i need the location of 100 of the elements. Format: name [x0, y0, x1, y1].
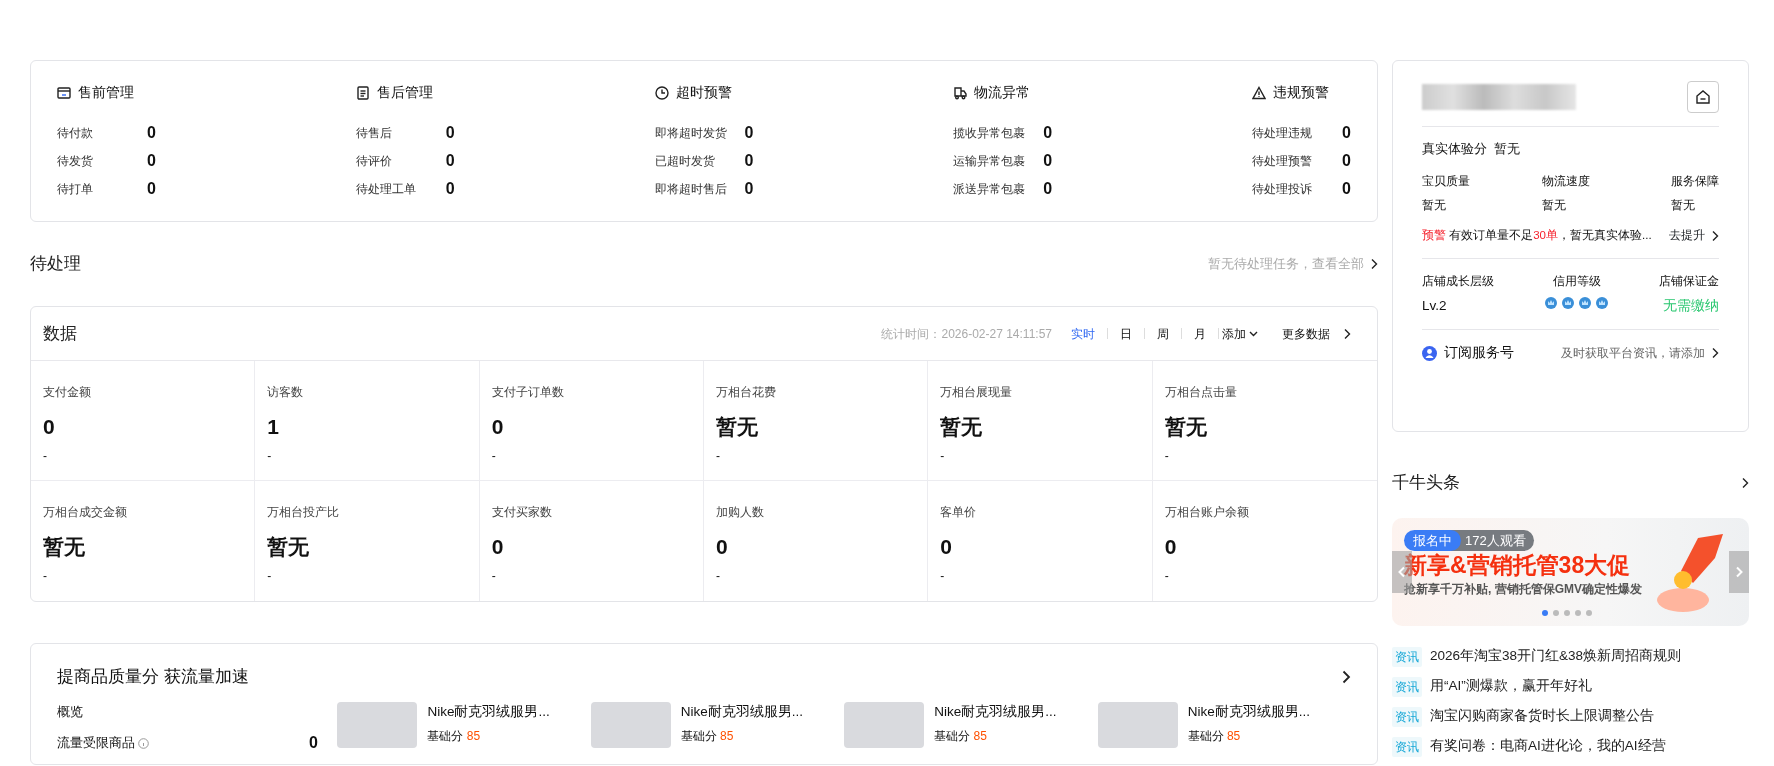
crown-icon [1560, 296, 1575, 310]
carousel-dot[interactable] [1542, 609, 1548, 616]
metric-change: - [716, 447, 721, 465]
section-title: 违规预警 [1273, 84, 1330, 102]
home-icon [1695, 89, 1711, 105]
stat-value: 0 [147, 179, 156, 200]
chevron-right-icon [1341, 669, 1351, 684]
level-label: 店铺成长层级 [1422, 272, 1494, 290]
stat-label: 待付款 [57, 125, 94, 143]
period-tab[interactable]: 日 [1107, 324, 1144, 343]
metric-label: 访客数 [267, 384, 305, 401]
metric-label: 万相台账户余额 [1164, 504, 1250, 521]
metric-value: 暂无 [43, 534, 86, 560]
metric-label: 加购人数 [716, 504, 765, 521]
stat-label: 待打单 [57, 181, 94, 199]
news-tag: 资讯 [1392, 736, 1422, 757]
level-label: 店铺保证金 [1659, 272, 1719, 290]
stat-value: 0 [1342, 179, 1351, 200]
warning-text: 预警 有效订单量不足30单，暂无真实体验... [1422, 228, 1652, 244]
improve-link[interactable]: 去提升 [1668, 227, 1719, 245]
metric-value: 0 [491, 534, 505, 560]
score-value: 暂无 [1422, 197, 1447, 215]
clock-icon [654, 86, 669, 101]
product-title[interactable]: Nike耐克羽绒服男... [680, 701, 804, 722]
news-link[interactable]: 用“AI”测爆款，赢开年好礼 [1430, 676, 1592, 697]
metric-value: 1 [267, 414, 280, 440]
score-value: 85 [973, 728, 987, 743]
overview-label: 概览 [57, 702, 84, 721]
carousel-dot[interactable] [1575, 609, 1581, 616]
stat-label: 揽收异常包裹 [953, 125, 1027, 143]
metric-change: - [491, 447, 497, 465]
metric-label: 万相台投产比 [267, 504, 341, 521]
metric-label: 支付子订单数 [491, 384, 565, 401]
stat-value: 0 [147, 123, 156, 144]
carousel-next-button[interactable] [1729, 550, 1749, 593]
metric-label: 客单价 [940, 504, 978, 521]
period-tab[interactable]: 周 [1144, 324, 1181, 343]
promo-banner[interactable]: 报名中 172人观看 新享&营销托管38大促 抢新享千万补贴, 营销托管保GMV确定性爆发 [1392, 517, 1749, 626]
chevron-right-icon [1741, 476, 1749, 489]
score-label: 基础分 [680, 728, 717, 743]
metric-change: - [491, 567, 497, 585]
crown-icon [1578, 296, 1593, 310]
level-value: Lv.2 [1422, 297, 1448, 315]
add-dropdown[interactable]: 添加 [1218, 324, 1270, 343]
stat-label: 待处理工单 [355, 181, 417, 199]
banner-subtitle: 抢新享千万补贴, 营销托管保GMV确定性爆发 [1404, 581, 1643, 599]
section-title: 售前管理 [78, 84, 134, 102]
crown-icon [1595, 296, 1610, 310]
stat-label: 已超时发货 [654, 153, 716, 171]
metric-value: 0 [716, 534, 729, 560]
score-value: 85 [720, 728, 734, 743]
restricted-count: 0 [309, 733, 318, 753]
metric-change: - [43, 567, 48, 585]
section-heading: 千牛头条 [1392, 472, 1460, 494]
metric-label: 万相台展现量 [940, 384, 1014, 401]
stat-label: 即将超时发货 [654, 125, 728, 143]
metric-change: - [940, 447, 946, 465]
section-title: 售后管理 [376, 84, 433, 102]
chevron-right-icon [1711, 347, 1719, 360]
news-link[interactable]: 有奖问卷：电商AI进化论，我的AI经营 [1430, 736, 1666, 757]
news-tag: 资讯 [1392, 676, 1422, 697]
subscribe-link[interactable]: 及时获取平台资讯，请添加 [1560, 344, 1719, 363]
stat-value: 0 [744, 179, 754, 200]
user-icon [1422, 345, 1437, 361]
more-data-link[interactable]: 更多数据 [1270, 324, 1363, 343]
news-link[interactable]: 2026年淘宝38开门红&38焕新周招商规则 [1430, 646, 1682, 667]
home-button[interactable] [1687, 81, 1719, 113]
carousel-dot[interactable] [1564, 609, 1570, 616]
stat-value: 0 [1043, 179, 1053, 200]
product-title[interactable]: Nike耐克羽绒服男... [427, 701, 550, 722]
news-link[interactable]: 淘宝闪购商家备货时长上限调整公告 [1430, 706, 1654, 727]
stat-value: 0 [744, 123, 754, 144]
stat-label: 待发货 [57, 153, 94, 171]
stat-value: 0 [1342, 151, 1351, 172]
metric-change: - [716, 567, 721, 585]
metric-label: 万相台成交金额 [43, 504, 128, 521]
score-label: 宝贝质量 [1422, 172, 1470, 190]
chevron-right-icon [1343, 327, 1351, 340]
stat-time: 统计时间：2026-02-27 14:11:57 [881, 325, 1052, 343]
product-title[interactable]: Nike耐克羽绒服男... [934, 701, 1057, 722]
level-label: 信用等级 [1551, 272, 1602, 290]
period-tab[interactable]: 月 [1181, 324, 1218, 343]
carousel-dot[interactable] [1553, 609, 1559, 616]
score-value: 85 [1226, 728, 1241, 743]
score-label: 基础分 [934, 728, 971, 743]
score-label: 物流速度 [1541, 172, 1590, 190]
metric-value: 暂无 [267, 534, 311, 560]
stat-value: 0 [445, 151, 455, 172]
section-heading: 待处理 [30, 253, 81, 276]
chevron-right-icon [1735, 566, 1743, 579]
carousel-dot[interactable] [1586, 609, 1592, 616]
restricted-label: 流量受限商品 [57, 734, 135, 753]
period-tab[interactable]: 实时 [1058, 324, 1107, 343]
deposit-status: 无需缴纳 [1662, 297, 1719, 315]
stat-label: 待评价 [355, 153, 393, 171]
metric-value: 0 [43, 414, 56, 440]
product-title[interactable]: Nike耐克羽绒服男... [1187, 701, 1310, 722]
document-icon [355, 86, 370, 101]
metric-label: 万相台点击量 [1164, 384, 1238, 401]
metric-value: 0 [940, 534, 953, 560]
